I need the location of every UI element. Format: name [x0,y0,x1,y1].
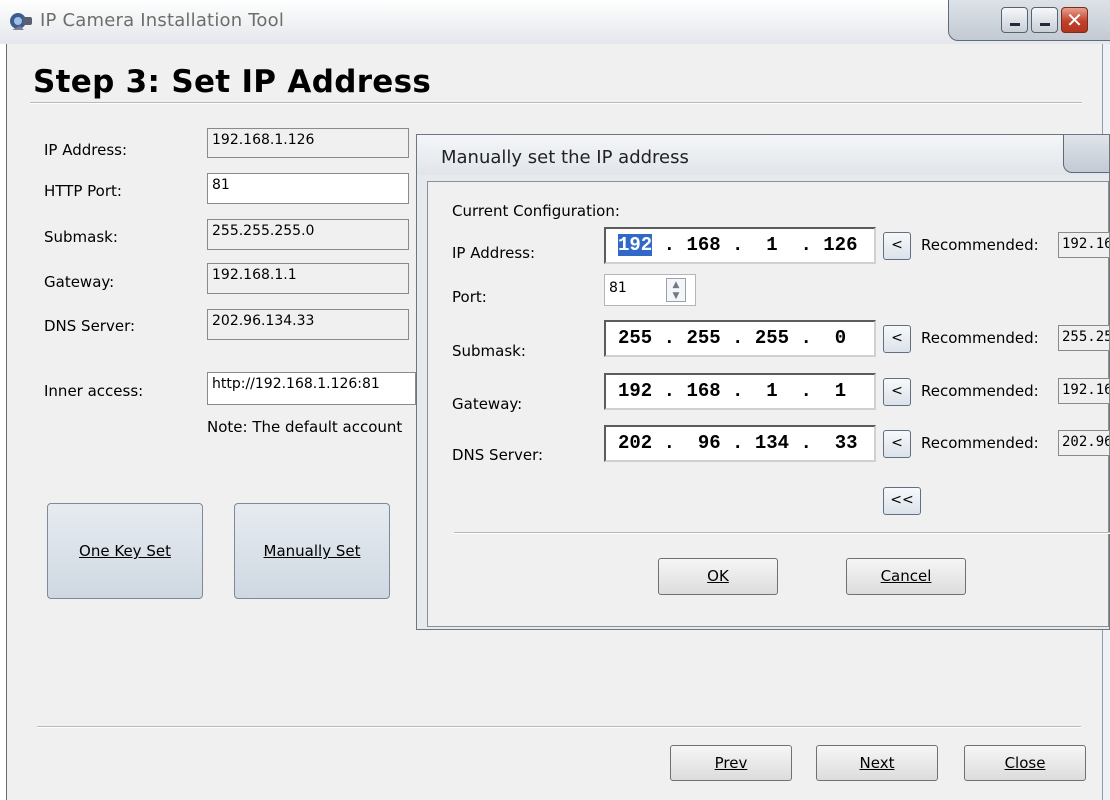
gateway-copy-recommended-button[interactable]: < [883,378,911,406]
dns-octet-4[interactable]: 33 [835,432,858,454]
ip-recommended-value: 192.16 [1058,232,1110,258]
ok-label: OK [707,567,729,585]
submask-octet-3[interactable]: 255 [755,327,789,349]
ip-octet-1[interactable]: 192 [618,234,653,256]
port-spinner[interactable]: ▲ ▼ [666,278,686,302]
submask-recommended-value: 255.25 [1058,325,1110,351]
window-controls: ✕ [948,0,1110,41]
close-label: Close [1004,754,1046,772]
ip-copy-recommended-button[interactable]: < [883,232,911,260]
gateway-octet-1[interactable]: 192 [618,380,652,402]
dialog-gateway-label: Gateway: [452,395,523,413]
http-port-label: HTTP Port: [44,182,122,200]
ip-recommended-label: Recommended: [921,236,1039,254]
dialog-submask-label: Submask: [452,342,526,360]
dialog-gateway-input[interactable]: 192 . 168 . 1 . 1 [604,373,876,410]
ip-octet-2[interactable]: 168 [686,234,720,256]
submask-recommended-label: Recommended: [921,329,1039,347]
dns-recommended-label: Recommended: [921,434,1039,452]
gateway-recommended-value: 192.16 [1058,378,1110,404]
dialog-ip-label: IP Address: [452,244,536,262]
dialog-port-label: Port: [452,288,487,306]
inner-access-field[interactable]: http://192.168.1.126:81 [207,372,416,405]
dns-recommended-value: 202.96 [1058,430,1110,456]
submask-copy-recommended-button[interactable]: < [883,325,911,353]
dns-server-field[interactable]: 202.96.134.33 [207,309,409,340]
dialog-window-controls[interactable] [1063,135,1109,173]
minimize-button[interactable] [1001,7,1028,33]
page-title: Step 3: Set IP Address [33,64,432,100]
dialog-divider [454,532,1110,534]
dns-server-label: DNS Server: [44,317,136,335]
cancel-label: Cancel [880,567,932,585]
gateway-octet-2[interactable]: 168 [686,380,720,402]
gateway-octet-3[interactable]: 1 [766,380,777,402]
footer-divider [37,726,1081,728]
dns-copy-recommended-button[interactable]: < [883,430,911,458]
title-bar: IP Camera Installation Tool [0,0,1110,44]
ok-button[interactable]: OK [658,558,778,595]
submask-octet-4[interactable]: 0 [835,327,846,349]
submask-label: Submask: [44,228,118,246]
dialog-dns-label: DNS Server: [452,446,544,464]
window-title: IP Camera Installation Tool [40,10,285,31]
collapse-recommended-button[interactable]: << [883,487,921,515]
gateway-label: Gateway: [44,273,115,291]
ip-address-field[interactable]: 192.168.1.126 [207,128,409,158]
dialog-ip-input[interactable]: 192 . 168 . 1 . 126 [604,227,876,264]
prev-label: Prev [714,754,748,772]
dialog-submask-input[interactable]: 255 . 255 . 255 . 0 [604,320,876,357]
dns-octet-3[interactable]: 134 [755,432,789,454]
ip-octet-4[interactable]: 126 [823,234,857,256]
window-frame-left [0,44,7,800]
prev-button[interactable]: Prev [670,745,792,781]
one-key-set-label: One Key Set [79,542,171,560]
next-button[interactable]: Next [816,745,938,781]
spin-down-icon[interactable]: ▼ [667,290,685,302]
submask-octet-2[interactable]: 255 [686,327,720,349]
manually-set-label: Manually Set [263,542,361,560]
one-key-set-button[interactable]: One Key Set [47,503,203,599]
dialog-dns-input[interactable]: 202 . 96 . 134 . 33 [604,425,876,462]
gateway-recommended-label: Recommended: [921,382,1039,400]
title-divider [30,102,1082,104]
manually-set-button[interactable]: Manually Set [234,503,390,599]
dns-octet-1[interactable]: 202 [618,432,652,454]
close-icon: ✕ [1066,8,1083,32]
default-account-note: Note: The default account [207,418,403,436]
dns-octet-2[interactable]: 96 [698,432,721,454]
gateway-octet-4[interactable]: 1 [835,380,846,402]
http-port-field[interactable]: 81 [207,173,409,204]
submask-field[interactable]: 255.255.255.0 [207,219,409,250]
manual-ip-dialog: Manually set the IP address Current Conf… [416,134,1110,630]
camera-app-icon [10,13,32,30]
close-button[interactable]: Close [964,745,1086,781]
dialog-title-bar: Manually set the IP address [417,135,1109,175]
current-configuration-label: Current Configuration: [452,202,620,220]
maximize-button[interactable] [1031,7,1058,33]
ip-octet-3[interactable]: 1 [766,234,777,256]
ip-address-label: IP Address: [44,141,128,159]
cancel-button[interactable]: Cancel [846,558,966,595]
close-window-button[interactable]: ✕ [1061,7,1088,33]
next-label: Next [859,754,895,772]
gateway-field[interactable]: 192.168.1.1 [207,263,409,294]
inner-access-label: Inner access: [44,382,144,400]
dialog-body: Current Configuration: IP Address: 192 .… [427,181,1110,627]
dialog-title: Manually set the IP address [441,147,689,168]
submask-octet-1[interactable]: 255 [618,327,652,349]
maximize-icon [1040,23,1050,26]
minimize-icon [1010,23,1020,26]
